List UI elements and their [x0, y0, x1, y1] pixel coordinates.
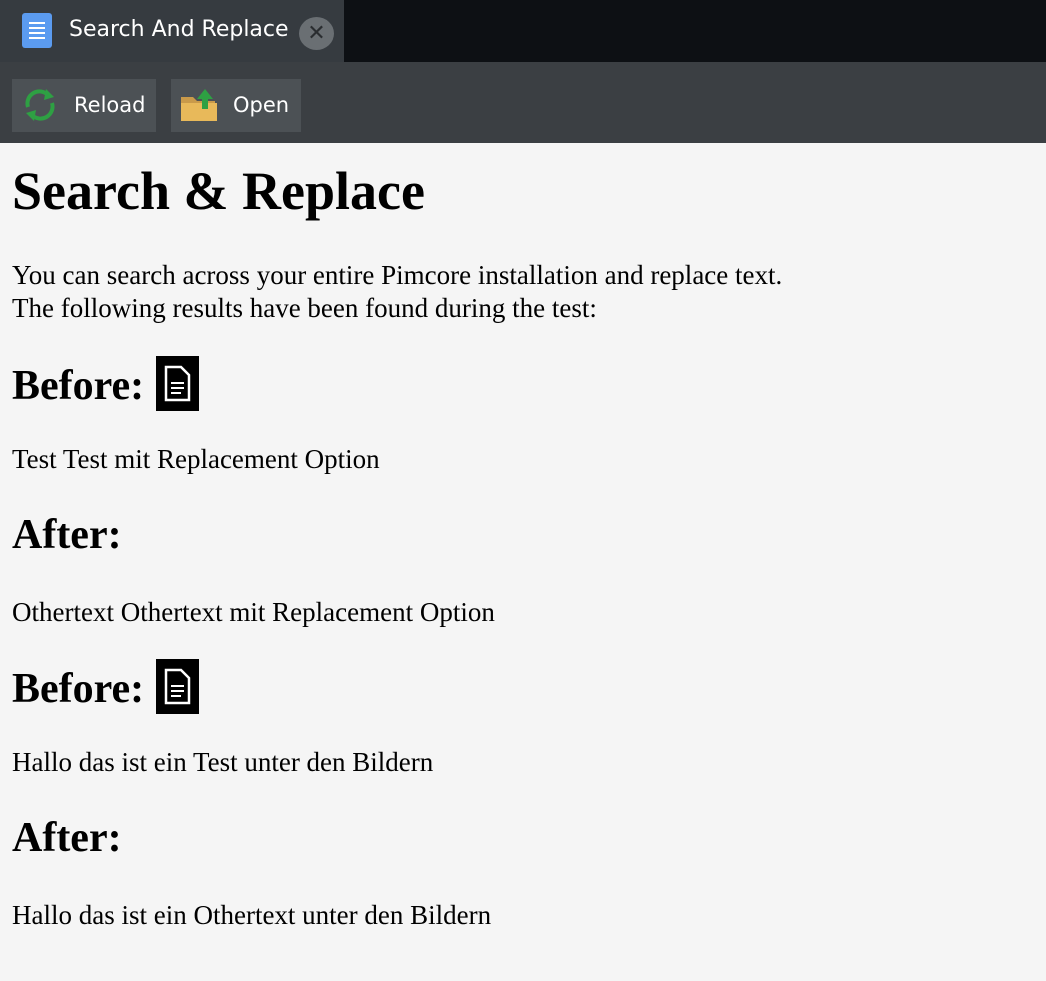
tab-title: Search And Replace — [69, 17, 289, 42]
folder-open-icon — [181, 89, 217, 121]
toolbar: Reload Open — [0, 62, 1046, 143]
after-label: After: — [12, 512, 122, 558]
reload-icon — [25, 89, 55, 121]
close-icon[interactable]: ✕ — [299, 17, 334, 50]
page-content: Search & Replace You can search across y… — [12, 143, 1032, 932]
after-label: After: — [12, 815, 122, 861]
intro-text: You can search across your entire Pimcor… — [12, 259, 1032, 325]
after-heading-2: After: — [12, 813, 1032, 863]
before-text: Test Test mit Replacement Option — [12, 444, 380, 474]
tab-search-and-replace[interactable]: Search And Replace ✕ — [0, 0, 344, 62]
intro-line-1: You can search across your entire Pimcor… — [12, 260, 783, 290]
tab-bar: Search And Replace ✕ — [0, 0, 1046, 62]
after-heading-1: After: — [12, 510, 1032, 560]
document-icon[interactable] — [156, 356, 200, 411]
open-button[interactable]: Open — [171, 79, 301, 132]
before-heading-1: Before: — [12, 356, 1032, 411]
after-text: Hallo das ist ein Othertext unter den Bi… — [12, 900, 492, 930]
before-text: Hallo das ist ein Test unter den Bildern — [12, 747, 434, 777]
before-heading-2: Before: — [12, 659, 1032, 714]
reload-label: Reload — [74, 93, 146, 117]
open-label: Open — [233, 93, 290, 117]
reload-button[interactable]: Reload — [12, 79, 156, 132]
before-label: Before: — [12, 666, 145, 712]
document-icon[interactable] — [156, 659, 200, 714]
after-text: Othertext Othertext mit Replacement Opti… — [12, 597, 495, 627]
page-title: Search & Replace — [12, 161, 425, 221]
before-label: Before: — [12, 363, 145, 409]
intro-line-2: The following results have been found du… — [12, 293, 597, 323]
document-icon — [22, 13, 52, 48]
